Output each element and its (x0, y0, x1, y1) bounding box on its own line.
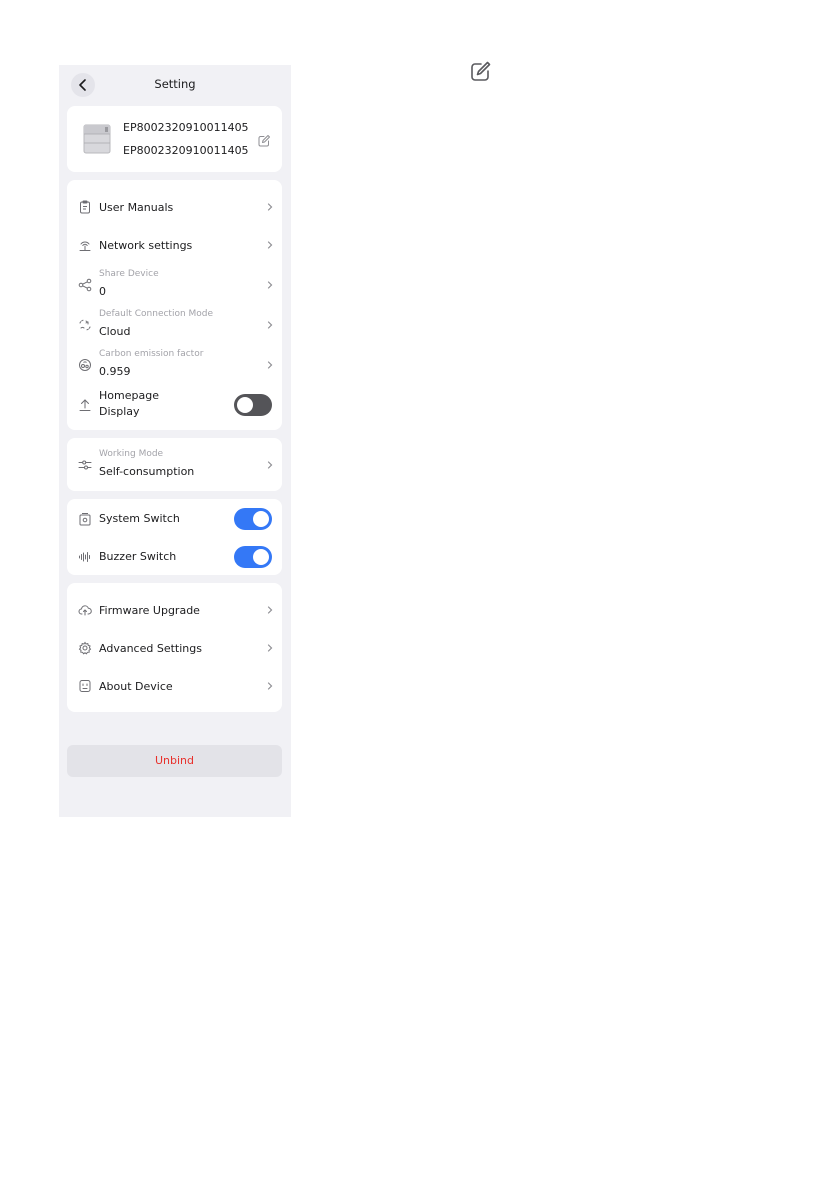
connection-mode-label: Default Connection Mode (99, 309, 214, 319)
device-serial: EP8002320910011405 (123, 144, 249, 157)
system-switch-label: System Switch (99, 512, 180, 525)
chevron-right-icon (267, 361, 273, 369)
sound-wave-icon (77, 549, 93, 565)
cloud-upload-icon (77, 602, 93, 618)
share-icon (77, 277, 93, 293)
settings-screen: Setting EP8002320910011405 EP80023209100… (59, 65, 291, 817)
share-device-value: 0 (99, 285, 106, 298)
system-switch-toggle[interactable] (234, 508, 272, 530)
system-switch-icon (77, 511, 93, 527)
list-item-share-device[interactable]: Share Device 0 (67, 268, 282, 302)
header: Setting (59, 65, 291, 105)
upload-icon (77, 397, 93, 413)
about-device-label: About Device (99, 680, 173, 693)
clipboard-icon (77, 199, 93, 215)
chevron-right-icon (267, 461, 273, 469)
page-title: Setting (154, 77, 196, 91)
list-item-advanced-settings[interactable]: Advanced Settings (67, 637, 282, 659)
settings-list-card: User Manuals Network settings Share Devi… (67, 180, 282, 430)
toggle-knob (253, 549, 269, 565)
carbon-factor-value: 0.959 (99, 365, 131, 378)
list-item-working-mode[interactable]: Working Mode Self-consumption (67, 448, 282, 482)
homepage-display-label-line1: Homepage (99, 389, 159, 402)
chevron-right-icon (267, 281, 273, 289)
edit-icon[interactable] (468, 58, 494, 84)
homepage-display-toggle[interactable] (234, 394, 272, 416)
working-mode-value: Self-consumption (99, 465, 195, 478)
list-item-network-settings[interactable]: Network settings (67, 234, 282, 256)
device-list-card: Firmware Upgrade Advanced Settings About… (67, 583, 282, 712)
edit-name-icon[interactable] (258, 132, 271, 147)
homepage-display-label-line2: Display (99, 405, 140, 418)
list-item-system-switch: System Switch (67, 507, 282, 531)
working-mode-label: Working Mode (99, 449, 164, 459)
connection-mode-value: Cloud (99, 325, 131, 338)
buzzer-switch-label: Buzzer Switch (99, 550, 177, 563)
buzzer-switch-toggle[interactable] (234, 546, 272, 568)
list-item-carbon-factor[interactable]: Carbon emission factor 0.959 (67, 348, 282, 382)
list-item-connection-mode[interactable]: Default Connection Mode Cloud (67, 308, 282, 342)
connection-icon (77, 317, 93, 333)
chevron-right-icon (267, 644, 273, 652)
network-settings-label: Network settings (99, 239, 193, 252)
firmware-upgrade-label: Firmware Upgrade (99, 604, 200, 617)
sliders-icon (77, 457, 93, 473)
list-item-homepage-display: Homepage Display (67, 388, 282, 422)
chevron-right-icon (267, 241, 273, 249)
list-item-about-device[interactable]: About Device (67, 675, 282, 697)
chevron-right-icon (267, 321, 273, 329)
switches-card: System Switch Buzzer Switch (67, 499, 282, 575)
chevron-right-icon (267, 203, 273, 211)
advanced-settings-label: Advanced Settings (99, 642, 202, 655)
chevron-right-icon (267, 682, 273, 690)
device-card[interactable]: EP8002320910011405 EP8002320910011405 (67, 106, 282, 172)
user-manuals-label: User Manuals (99, 201, 174, 214)
device-info-icon (77, 678, 93, 694)
unbind-button[interactable]: Unbind (67, 745, 282, 777)
toggle-knob (237, 397, 253, 413)
list-item-buzzer-switch: Buzzer Switch (67, 545, 282, 569)
chevron-right-icon (267, 606, 273, 614)
toggle-knob (253, 511, 269, 527)
carbon-factor-label: Carbon emission factor (99, 349, 204, 359)
carbon-icon (77, 357, 93, 373)
device-name: EP8002320910011405 (123, 121, 249, 134)
wifi-router-icon (77, 237, 93, 253)
gear-icon (77, 640, 93, 656)
working-mode-card: Working Mode Self-consumption (67, 438, 282, 491)
battery-device-icon (83, 124, 111, 154)
list-item-user-manuals[interactable]: User Manuals (67, 196, 282, 218)
list-item-firmware-upgrade[interactable]: Firmware Upgrade (67, 599, 282, 621)
share-device-label: Share Device (99, 269, 159, 279)
